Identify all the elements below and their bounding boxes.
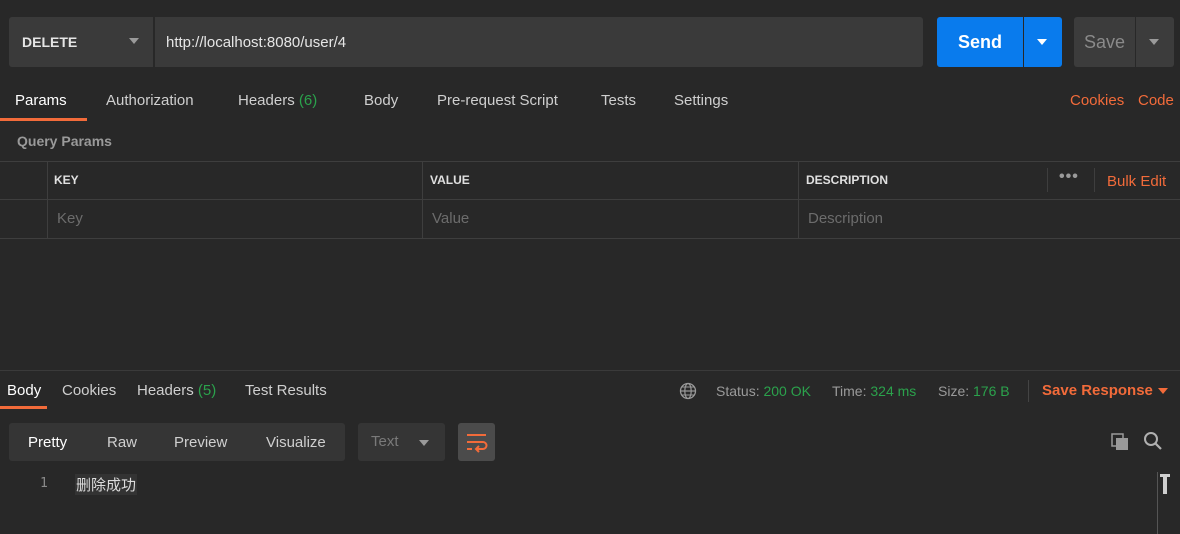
tab-pre-request-script[interactable]: Pre-request Script [437,92,558,109]
tab-headers-label: Headers [238,92,295,109]
save-response-button[interactable]: Save Response [1042,382,1153,399]
copy-icon[interactable] [1110,432,1130,452]
language-select[interactable]: Text [358,423,445,461]
tab-settings[interactable]: Settings [674,92,728,109]
table-column-divider [1047,168,1048,192]
tab-test-results[interactable]: Test Results [245,382,327,399]
chevron-down-icon [1149,39,1159,45]
tab-response-headers[interactable]: Headers (5) [137,382,216,399]
table-column-divider [47,161,48,239]
tab-response-body[interactable]: Body [7,382,41,399]
divider [1028,380,1029,402]
tab-params[interactable]: Params [15,92,67,109]
table-column-divider [798,161,799,239]
more-options-icon[interactable]: ••• [1059,168,1079,186]
description-input[interactable]: Description [808,210,883,227]
time-label: Time: [832,383,867,399]
section-title: Query Params [17,133,112,149]
save-button[interactable]: Save [1074,17,1135,67]
status-label: Status: [716,383,760,399]
response-body-text[interactable]: 删除成功 [75,474,138,495]
method-value: DELETE [22,34,78,50]
format-preview-button[interactable]: Preview [174,434,227,451]
table-divider [0,199,1180,200]
size-label: Size: [938,383,970,399]
format-raw-button[interactable]: Raw [107,434,137,451]
chevron-down-icon [419,440,429,446]
chevron-down-icon [1037,39,1047,45]
status-indicator[interactable]: Status: 200 OK [716,383,811,399]
column-header-description: DESCRIPTION [806,173,889,187]
tab-response-headers-label: Headers [137,382,194,399]
response-headers-count-badge: (5) [197,382,217,399]
tab-headers[interactable]: Headers (6) [238,92,317,109]
tab-body[interactable]: Body [364,92,398,109]
chevron-down-icon[interactable] [1158,388,1168,394]
chevron-down-icon [129,38,139,44]
url-input[interactable]: http://localhost:8080/user/4 [155,17,923,67]
table-column-divider [1094,168,1095,192]
send-options-button[interactable] [1024,17,1062,67]
status-value: 200 OK [763,383,811,399]
url-value: http://localhost:8080/user/4 [166,33,347,51]
wrap-lines-button[interactable] [458,423,495,461]
code-link[interactable]: Code [1138,92,1174,109]
pane-divider[interactable] [0,370,1180,371]
method-select[interactable]: DELETE [9,17,154,67]
size-indicator[interactable]: Size: 176 B [938,383,1010,399]
language-value: Text [371,433,399,450]
time-indicator[interactable]: Time: 324 ms [832,383,916,399]
format-visualize-button[interactable]: Visualize [266,434,326,451]
column-header-key: KEY [54,173,79,187]
line-number: 1 [40,476,48,491]
size-value: 176 B [973,383,1010,399]
time-value: 324 ms [870,383,917,399]
send-button[interactable]: Send [937,17,1023,67]
wrap-lines-icon [467,434,488,453]
column-header-value: VALUE [430,173,470,187]
table-column-divider [422,161,423,239]
tab-authorization[interactable]: Authorization [106,92,194,109]
table-divider [0,238,1180,239]
table-divider [0,161,1180,162]
active-tab-indicator [0,118,87,121]
save-options-button[interactable] [1136,17,1174,67]
tab-tests[interactable]: Tests [601,92,636,109]
search-icon[interactable] [1143,431,1163,451]
text-cursor-icon [1160,474,1170,494]
active-tab-indicator [0,406,47,409]
format-pretty-button[interactable]: Pretty [28,434,67,451]
cookies-link[interactable]: Cookies [1070,92,1124,109]
value-input[interactable]: Value [432,210,469,227]
key-input[interactable]: Key [57,210,83,227]
tab-response-cookies[interactable]: Cookies [62,382,116,399]
headers-count-badge: (6) [298,92,318,109]
bulk-edit-link[interactable]: Bulk Edit [1107,173,1166,190]
globe-icon[interactable] [679,382,697,400]
